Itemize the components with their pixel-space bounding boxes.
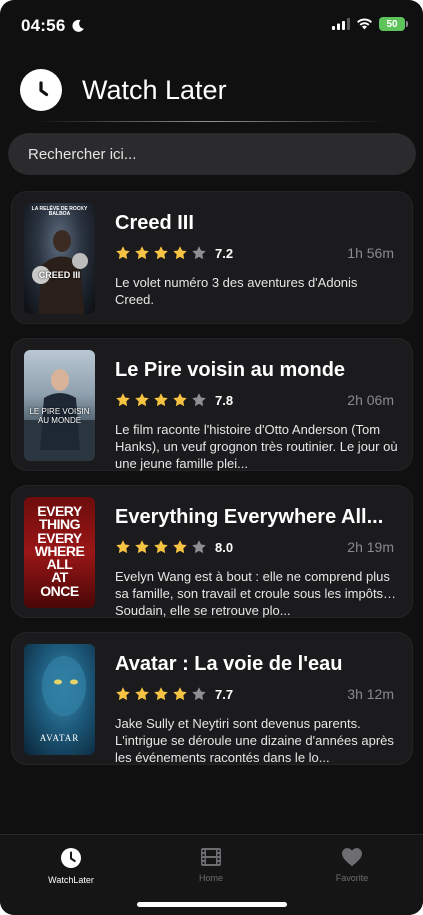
star-rating: 7.2: [115, 244, 233, 262]
movie-poster: LA RELÈVE DE ROCKY BALBOA CREED III: [24, 203, 95, 314]
search-input[interactable]: [28, 145, 388, 163]
moon-icon: [72, 19, 85, 32]
wifi-icon: [357, 18, 372, 30]
movie-duration: 1h 56m: [347, 245, 394, 261]
star-empty-icon: [192, 393, 206, 407]
movie-duration: 2h 19m: [347, 539, 394, 555]
movie-title: Avatar : La voie de l'eau: [115, 653, 343, 675]
movie-card[interactable]: LA RELÈVE DE ROCKY BALBOA CREED III Cree…: [11, 191, 413, 324]
star-empty-icon: [192, 687, 206, 701]
app-screen: 04:56 50 Watch Later Rechercher ici... L…: [0, 0, 423, 915]
star-filled-icon: [173, 246, 187, 260]
man-figure-icon: [24, 369, 95, 461]
poster-tagline: LA RELÈVE DE ROCKY BALBOA: [31, 206, 88, 217]
clock-icon: [20, 69, 62, 111]
star-rating: 7.8: [115, 391, 233, 409]
star-filled-icon: [173, 393, 187, 407]
star-filled-icon: [135, 540, 149, 554]
star-filled-icon: [116, 393, 130, 407]
poster-title-text: AVATAR: [39, 733, 80, 743]
poster-title-text: EVERY THING EVERY WHERE ALL AT ONCE: [34, 503, 85, 599]
movie-card[interactable]: EVERY THING EVERY WHERE ALL AT ONCE Ever…: [11, 485, 413, 618]
page-title: Watch Later: [82, 74, 227, 105]
status-time: 04:56: [21, 16, 85, 36]
movie-title: Creed III: [115, 212, 194, 234]
movie-title: Everything Everywhere All...: [115, 506, 384, 528]
movie-card[interactable]: LE PIRE VOISIN AU MONDE Le Pire voisin a…: [11, 338, 413, 471]
rating-value: 7.8: [215, 392, 234, 408]
star-filled-icon: [173, 540, 187, 554]
boxer-figure-icon: [32, 230, 88, 314]
status-indicators: 50: [332, 17, 408, 31]
star-filled-icon: [154, 540, 168, 554]
status-bar: 04:56 50: [0, 0, 423, 50]
clock-icon: [61, 848, 81, 868]
star-empty-icon: [192, 540, 206, 554]
movie-description: Evelyn Wang est à bout : elle ne compren…: [115, 569, 397, 618]
star-filled-icon: [154, 393, 168, 407]
rating-value: 7.2: [215, 245, 234, 261]
film-icon: [201, 848, 221, 866]
movie-poster: LE PIRE VOISIN AU MONDE: [24, 350, 95, 461]
star-filled-icon: [135, 246, 149, 260]
battery-indicator: 50: [379, 17, 408, 31]
page-header: Watch Later: [20, 68, 227, 112]
star-filled-icon: [173, 687, 187, 701]
home-indicator[interactable]: [137, 902, 287, 907]
star-filled-icon: [116, 246, 130, 260]
star-rating: 8.0: [115, 538, 233, 556]
movie-duration: 2h 06m: [347, 392, 394, 408]
star-filled-icon: [135, 393, 149, 407]
battery-level: 50: [386, 18, 398, 30]
poster-title-text: CREED III: [38, 270, 81, 280]
movie-description: Le film raconte l'histoire d'Otto Anders…: [115, 422, 398, 471]
tab-favorite[interactable]: Favorite: [292, 847, 412, 887]
status-time-text: 04:56: [21, 16, 66, 35]
star-rating: 7.7: [115, 685, 233, 703]
movie-title: Le Pire voisin au monde: [115, 359, 346, 381]
star-empty-icon: [192, 246, 206, 260]
movie-poster: EVERY THING EVERY WHERE ALL AT ONCE: [24, 497, 95, 608]
movie-duration: 3h 12m: [347, 686, 394, 702]
signal-icon: [332, 18, 350, 30]
star-filled-icon: [116, 687, 130, 701]
movie-description: Le volet numéro 3 des aventures d'Adonis…: [115, 275, 358, 307]
star-filled-icon: [116, 540, 130, 554]
tab-watchlater[interactable]: WatchLater: [11, 847, 131, 887]
header-divider: [36, 121, 386, 122]
heart-icon: [342, 848, 362, 867]
star-filled-icon: [135, 687, 149, 701]
star-filled-icon: [154, 246, 168, 260]
tab-label: Home: [198, 873, 223, 883]
rating-value: 7.7: [215, 686, 234, 702]
movie-description: Jake Sully et Neytiri sont devenus paren…: [115, 716, 394, 765]
rating-value: 8.0: [215, 539, 234, 555]
search-bar[interactable]: [8, 133, 416, 175]
tab-label: WatchLater: [48, 875, 94, 885]
tab-label: Favorite: [335, 873, 369, 883]
tab-home[interactable]: Home: [151, 847, 271, 887]
poster-title-text: LE PIRE VOISIN AU MONDE: [29, 407, 90, 425]
movie-card[interactable]: AVATAR Avatar : La voie de l'eau 7.7 3h …: [11, 632, 413, 765]
movie-poster: AVATAR: [24, 644, 95, 755]
star-filled-icon: [154, 687, 168, 701]
